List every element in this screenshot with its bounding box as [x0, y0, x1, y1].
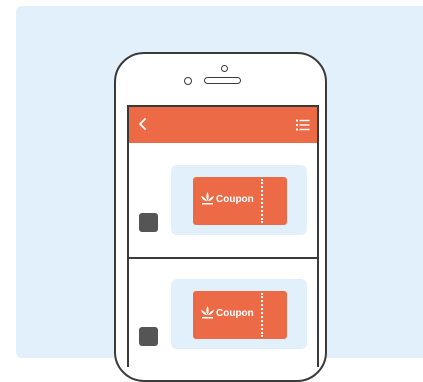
chevron-left-icon[interactable]: [136, 117, 150, 131]
message-divider: [129, 257, 317, 259]
phone-screen: Coupon Coupon: [127, 105, 319, 367]
avatar: [139, 327, 158, 346]
coupon-perforation: [261, 179, 263, 223]
coupon-label: Coupon: [216, 308, 254, 319]
app-bar: [129, 107, 317, 143]
coupon-card[interactable]: Coupon: [193, 291, 287, 339]
message-bubble: Coupon: [171, 165, 307, 235]
coupon-perforation: [261, 293, 263, 337]
avatar: [139, 213, 158, 232]
front-camera: [184, 77, 192, 85]
sensor-dot: [221, 65, 228, 72]
lotus-logo-icon: [201, 306, 214, 319]
coupon-label: Coupon: [216, 194, 254, 205]
list-menu-icon[interactable]: [296, 119, 310, 131]
coupon-card[interactable]: Coupon: [193, 177, 287, 225]
message-bubble: Coupon: [171, 279, 307, 349]
lotus-logo-icon: [201, 192, 214, 205]
speaker-grille: [204, 77, 241, 84]
